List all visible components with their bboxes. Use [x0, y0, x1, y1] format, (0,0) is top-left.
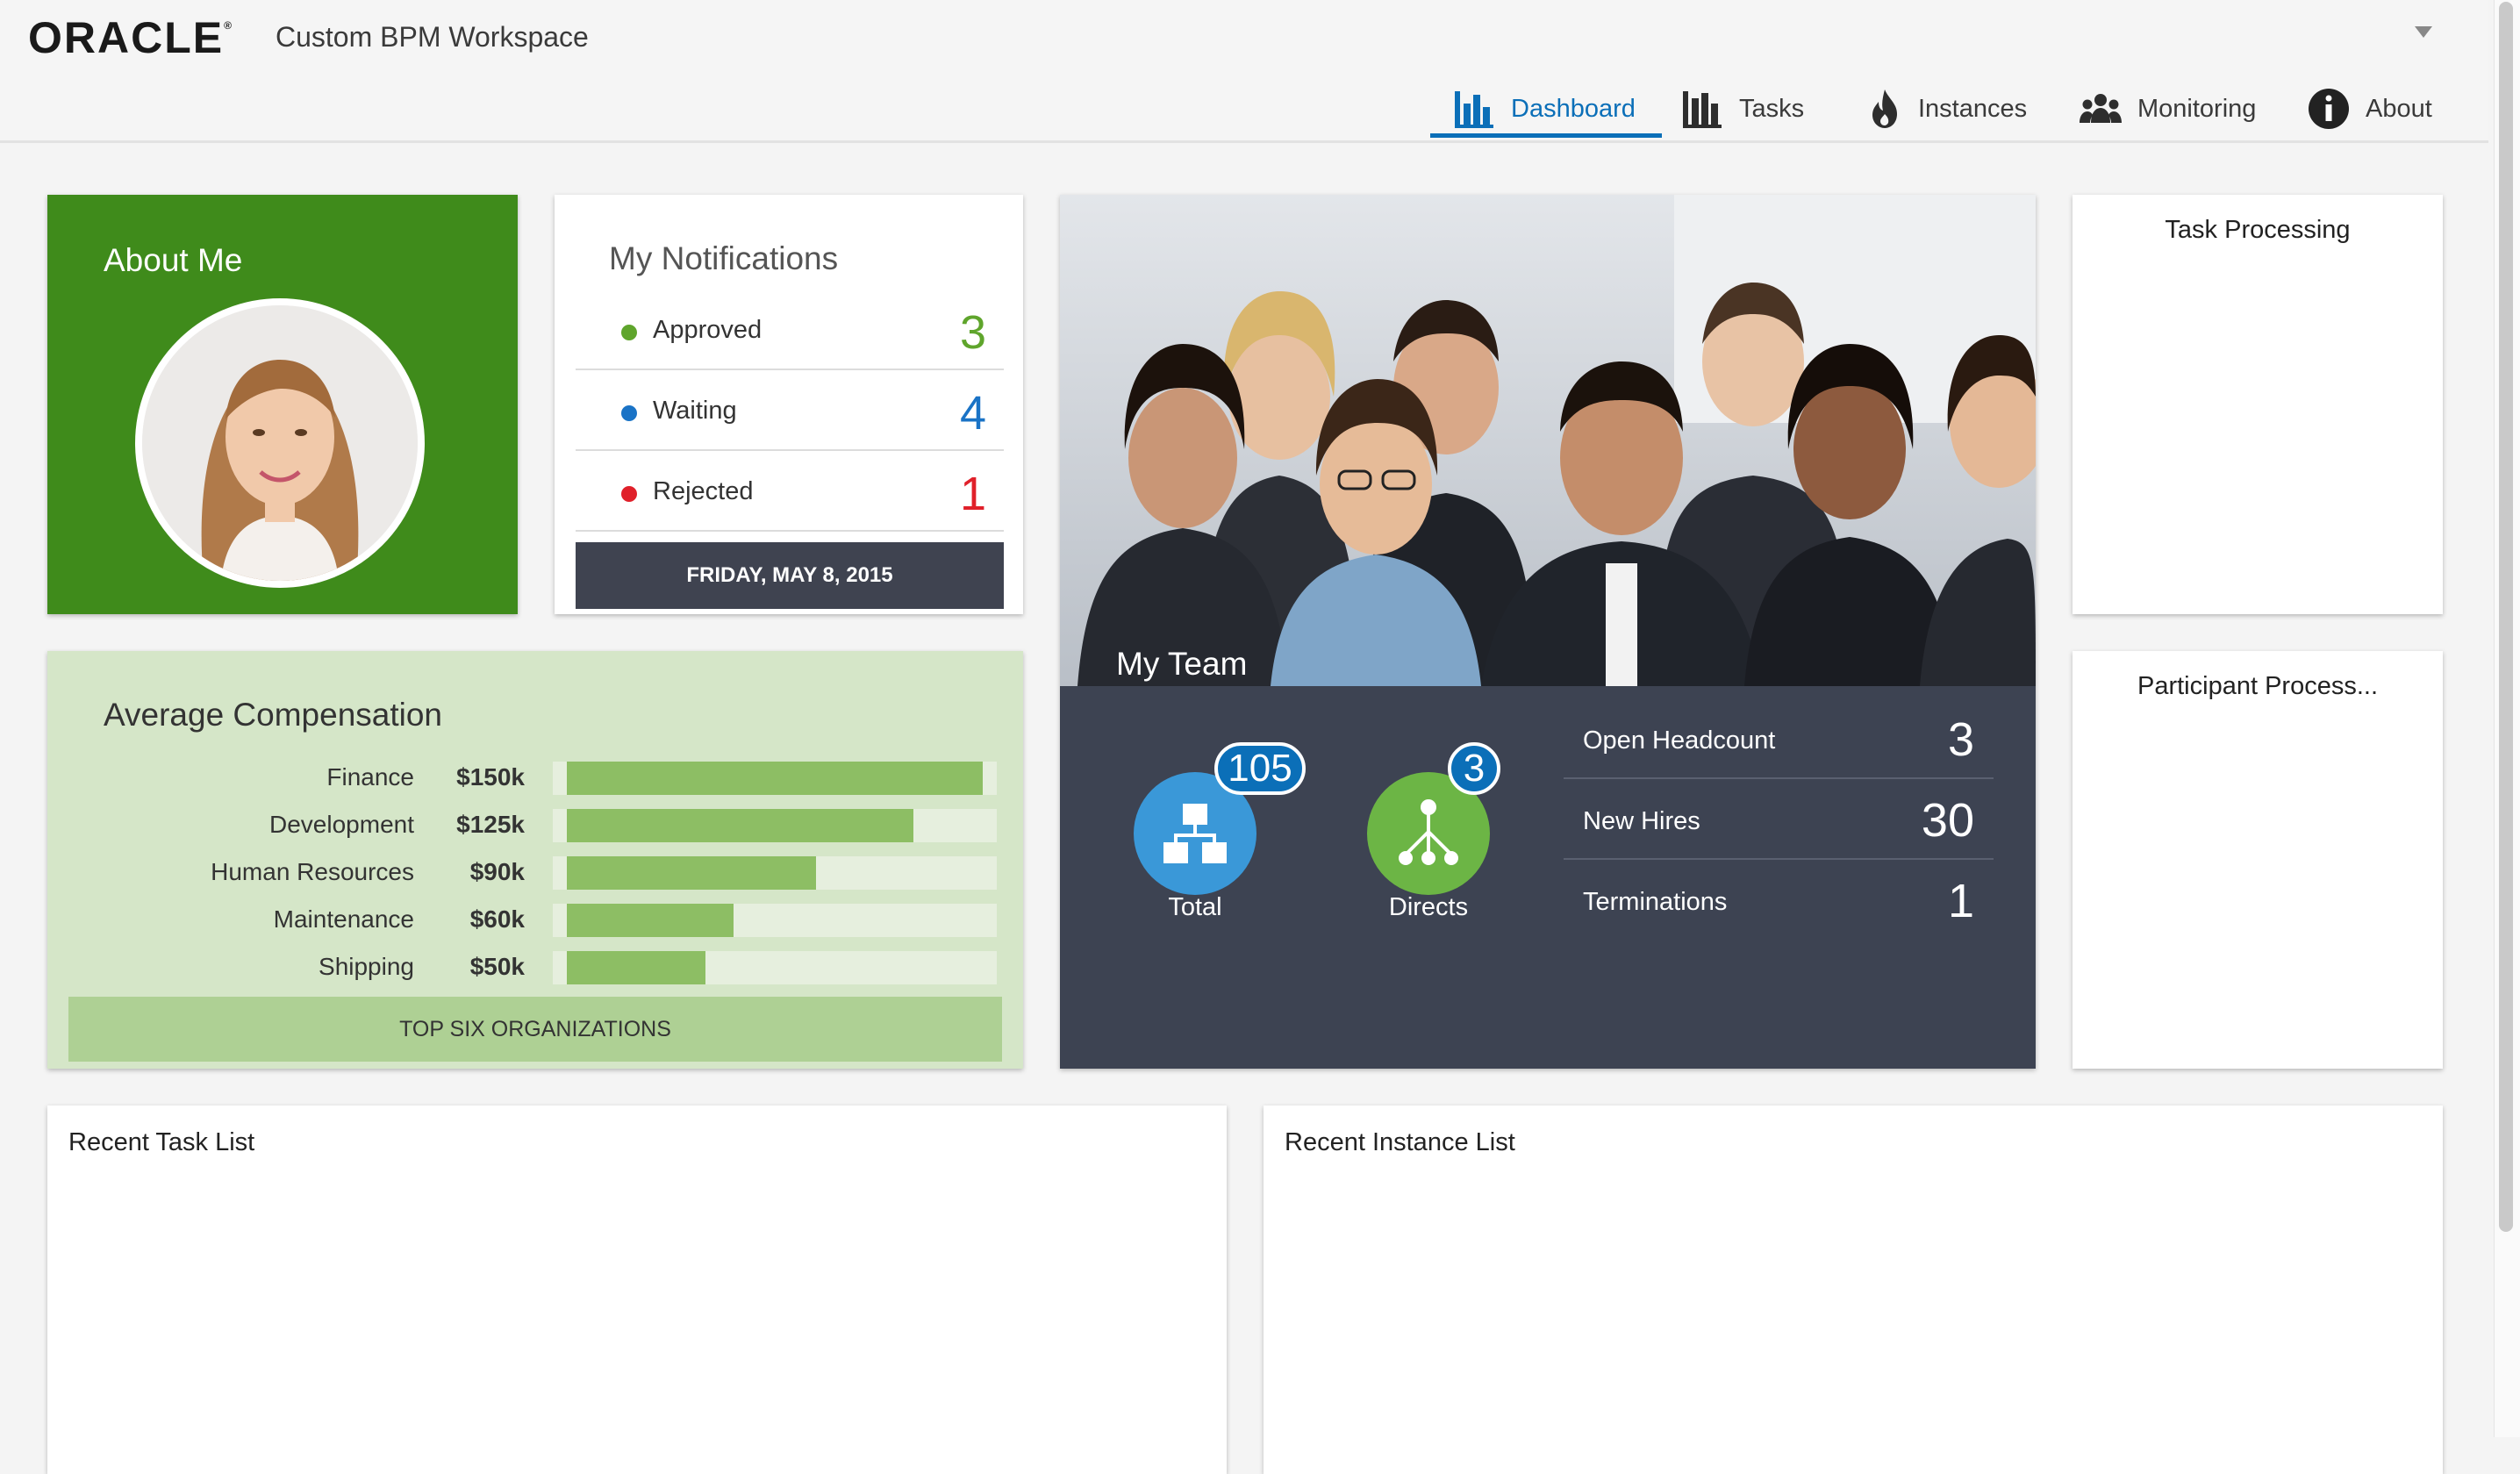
- tab-about[interactable]: About: [2308, 81, 2432, 137]
- notifications-date: FRIDAY, MAY 8, 2015: [576, 542, 1004, 609]
- compensation-value-label: $90k: [469, 858, 525, 885]
- about-me-card[interactable]: About Me: [47, 195, 518, 614]
- status-dot-icon: [621, 325, 637, 340]
- compensation-bar[interactable]: [567, 762, 983, 795]
- compensation-bar[interactable]: [567, 904, 734, 937]
- recent-task-list-card: Recent Task List: [47, 1106, 1227, 1474]
- compensation-row: Maintenance $60k: [47, 902, 1023, 937]
- compensation-row: Shipping $50k: [47, 949, 1023, 984]
- task-processing-title: Task Processing: [2165, 216, 2351, 244]
- notifications-card: My Notifications Approved 3 Waiting 4 Re…: [555, 195, 1023, 614]
- active-tab-indicator: [1430, 133, 1662, 138]
- notification-row-rejected[interactable]: Rejected 1: [576, 451, 1004, 532]
- my-team-title: My Team: [1116, 646, 1248, 682]
- recent-instance-list-card: Recent Instance List: [1264, 1106, 2443, 1474]
- compensation-bar-track: [553, 809, 997, 842]
- recent-instance-list-title: Recent Instance List: [1285, 1128, 1515, 1156]
- stat-value: 1: [1947, 875, 1974, 927]
- stat-row-terminations[interactable]: Terminations 1: [1564, 860, 1994, 941]
- compensation-row: Development $125k: [47, 807, 1023, 842]
- compensation-bar-track: [553, 904, 997, 937]
- bar-chart-icon: [1683, 91, 1722, 128]
- directs-count-badge: 3: [1448, 742, 1500, 795]
- my-team-card[interactable]: My Team 105 Total 3 Directs Open Headcou…: [1060, 195, 2036, 1069]
- compensation-bar-track: [553, 762, 997, 795]
- notification-count: 3: [959, 306, 986, 359]
- average-compensation-title: Average Compensation: [104, 697, 443, 733]
- compensation-category-label: Development: [269, 811, 414, 838]
- compensation-bar[interactable]: [567, 951, 705, 984]
- recent-task-list-title: Recent Task List: [68, 1128, 255, 1156]
- top-organizations-footer[interactable]: TOP SIX ORGANIZATIONS: [68, 997, 1002, 1062]
- compensation-bar[interactable]: [567, 856, 816, 890]
- notifications-title: My Notifications: [609, 240, 839, 276]
- compensation-category-label: Shipping: [319, 953, 414, 980]
- average-compensation-card: Average Compensation Finance $150k Develop…: [47, 651, 1023, 1069]
- stat-label: Terminations: [1583, 888, 1728, 916]
- stat-value: 3: [1947, 713, 1974, 766]
- notification-label: Rejected: [653, 477, 754, 505]
- team-photo: [1060, 195, 2036, 686]
- tab-monitoring-label: Monitoring: [2137, 94, 2257, 123]
- tab-about-label: About: [2366, 94, 2432, 123]
- notification-row-approved[interactable]: Approved 3: [576, 290, 1004, 370]
- directs-label: Directs: [1388, 893, 1469, 921]
- stat-row-new-hires[interactable]: New Hires 30: [1564, 779, 1994, 860]
- tab-instances-label: Instances: [1918, 94, 2028, 123]
- notification-label: Approved: [653, 316, 762, 344]
- stat-label: New Hires: [1583, 807, 1700, 835]
- bar-chart-icon: [1455, 91, 1493, 128]
- status-dot-icon: [621, 486, 637, 502]
- total-count-badge: 105: [1214, 742, 1306, 795]
- stat-row-open-headcount[interactable]: Open Headcount 3: [1564, 698, 1994, 779]
- notification-label: Waiting: [653, 397, 737, 425]
- compensation-value-label: $125k: [456, 811, 525, 838]
- status-dot-icon: [621, 405, 637, 421]
- compensation-bar[interactable]: [567, 809, 913, 842]
- compensation-bar-track: [553, 856, 997, 890]
- compensation-category-label: Human Resources: [211, 858, 414, 885]
- tab-instances[interactable]: Instances: [1867, 81, 2027, 137]
- group-icon: [2080, 94, 2122, 123]
- participant-process-title: Participant Process...: [2137, 672, 2378, 700]
- compensation-value-label: $50k: [469, 953, 525, 980]
- participant-process-card[interactable]: Participant Process...: [2073, 651, 2443, 1069]
- total-label: Total: [1168, 893, 1222, 921]
- avatar: [135, 298, 425, 588]
- tab-dashboard-label: Dashboard: [1511, 94, 1636, 123]
- about-me-title: About Me: [104, 242, 243, 278]
- flame-icon: [1872, 89, 1897, 128]
- compensation-value-label: $150k: [456, 763, 525, 791]
- user-menu-dropdown-icon[interactable]: [2415, 26, 2432, 38]
- info-icon: [2309, 89, 2349, 129]
- notification-count: 4: [959, 387, 986, 440]
- oracle-logo: ORACLE®: [28, 13, 233, 62]
- tab-tasks[interactable]: Tasks: [1681, 81, 1804, 137]
- scrollbar-thumb[interactable]: [2499, 2, 2513, 1232]
- tab-monitoring[interactable]: Monitoring: [2080, 81, 2256, 137]
- compensation-category-label: Maintenance: [273, 905, 414, 933]
- compensation-bar-track: [553, 951, 997, 984]
- app-header: ORACLE® Custom BPM Workspace Dashboard T…: [0, 0, 2488, 143]
- compensation-value-label: $60k: [469, 905, 525, 933]
- app-title: Custom BPM Workspace: [276, 21, 589, 53]
- notification-row-waiting[interactable]: Waiting 4: [576, 370, 1004, 451]
- compensation-row: Finance $150k: [47, 760, 1023, 795]
- compensation-row: Human Resources $90k: [47, 855, 1023, 890]
- compensation-category-label: Finance: [326, 763, 414, 791]
- tab-dashboard[interactable]: Dashboard: [1453, 81, 1636, 137]
- stat-value: 30: [1921, 794, 1974, 847]
- tab-tasks-label: Tasks: [1739, 94, 1805, 123]
- task-processing-card[interactable]: Task Processing: [2073, 195, 2443, 614]
- notification-count: 1: [959, 468, 986, 520]
- stat-label: Open Headcount: [1583, 726, 1776, 755]
